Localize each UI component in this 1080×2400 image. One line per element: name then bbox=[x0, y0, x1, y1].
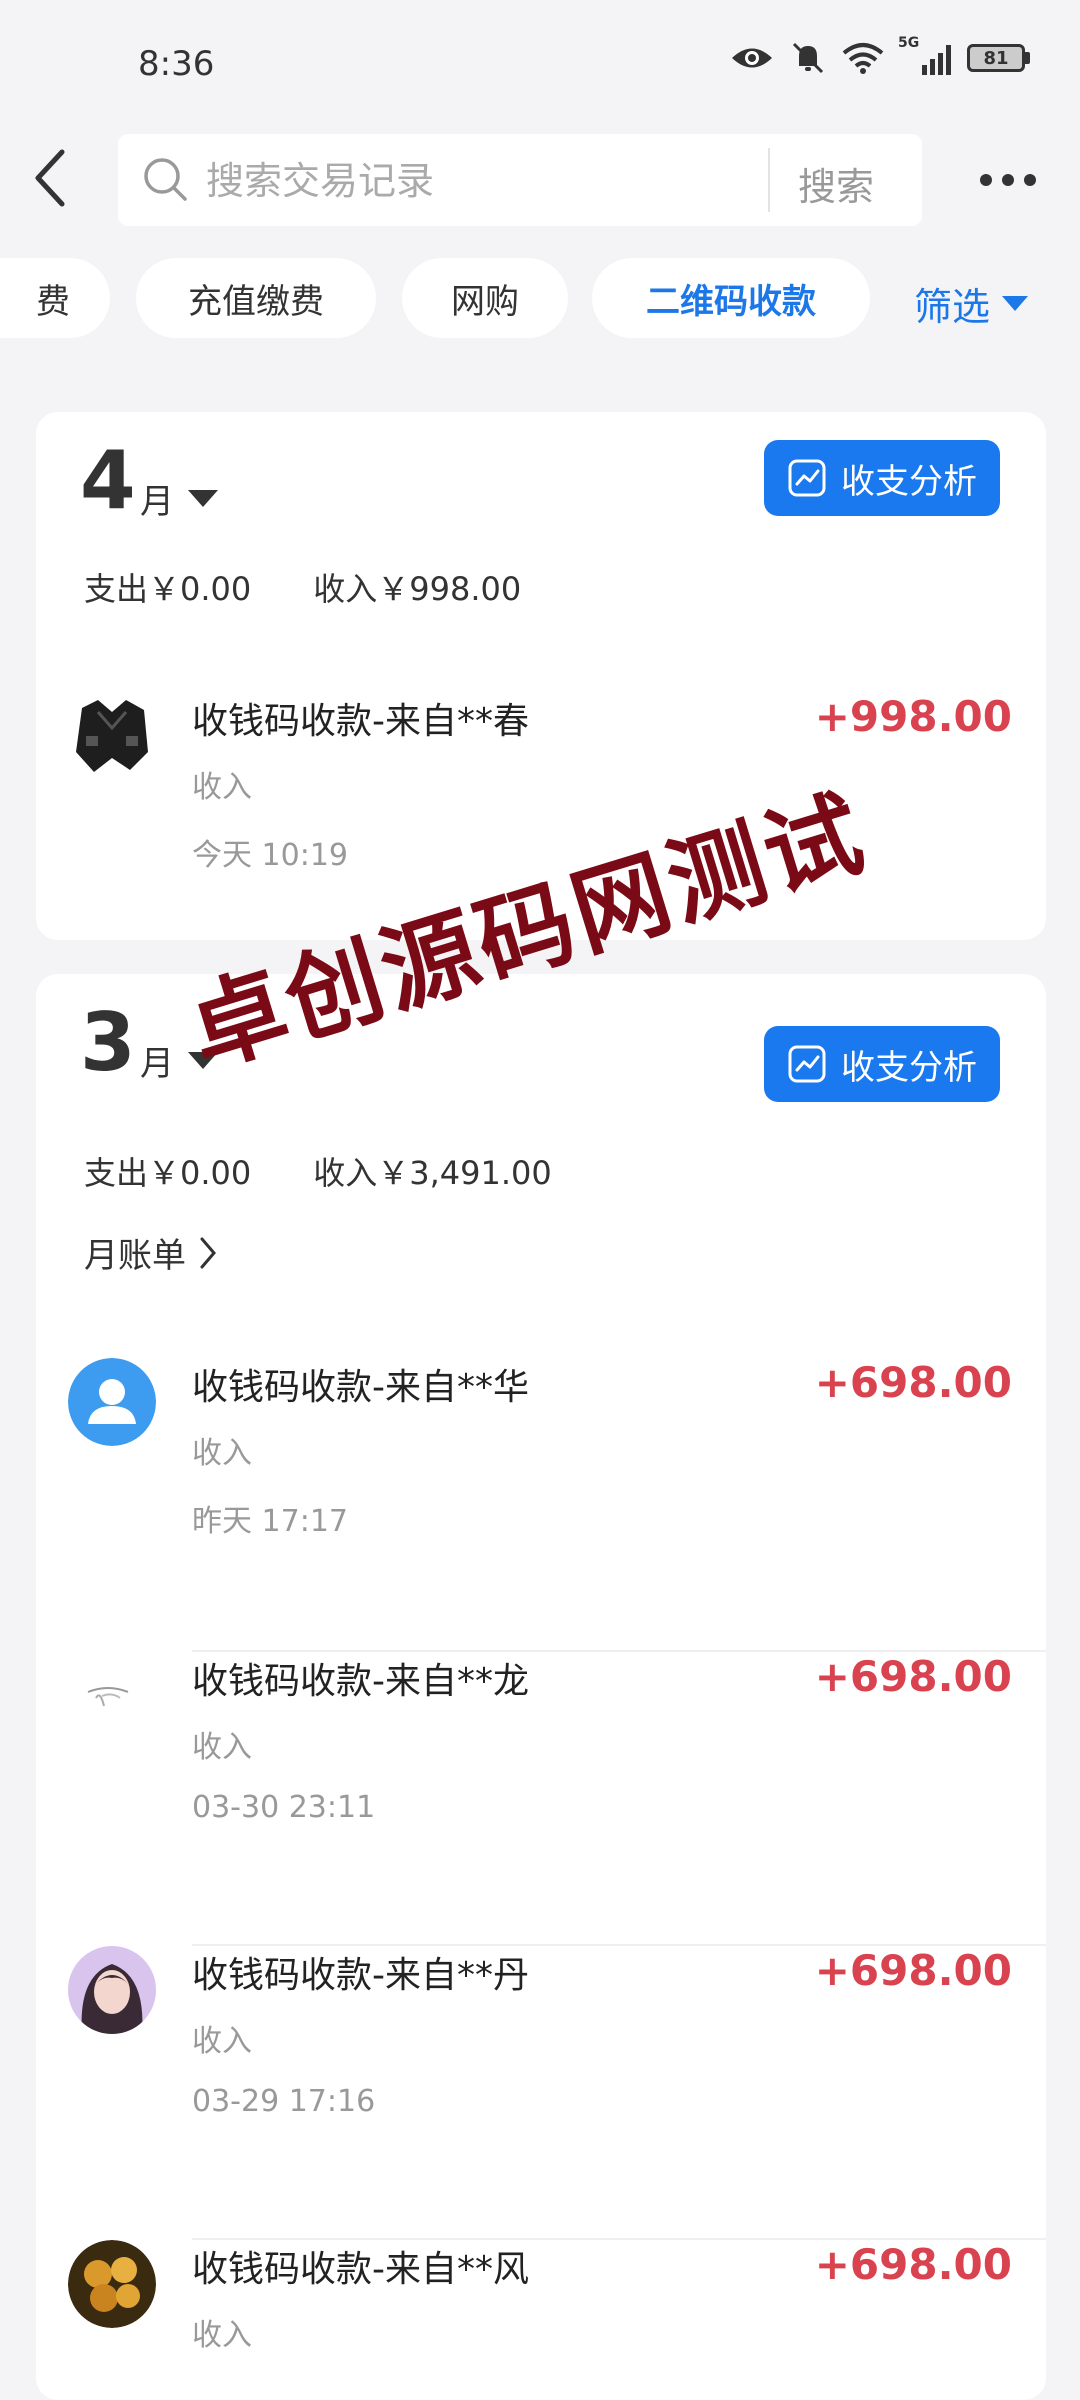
filter-button[interactable]: 筛选 bbox=[914, 276, 1029, 331]
analysis-label: 收支分析 bbox=[841, 1047, 977, 1088]
transaction-title: 收钱码收款-来自**华 bbox=[192, 1367, 529, 1408]
transaction-type: 收入 bbox=[192, 2318, 252, 2353]
avatar bbox=[68, 1358, 156, 1446]
dot-icon bbox=[1024, 174, 1036, 186]
month-unit: 月 bbox=[140, 1044, 174, 1084]
status-icons: 5G 81 bbox=[730, 35, 1030, 76]
network-type: 5G bbox=[898, 35, 920, 51]
analysis-button[interactable]: 收支分析 bbox=[764, 440, 1000, 516]
dot-icon bbox=[1002, 174, 1014, 186]
more-options-button[interactable] bbox=[980, 162, 1044, 198]
income-total: 收入￥998.00 bbox=[313, 570, 522, 608]
transaction-type: 收入 bbox=[192, 1436, 252, 1471]
transaction-type: 收入 bbox=[192, 2024, 252, 2059]
search-divider bbox=[768, 148, 770, 212]
transaction-row[interactable]: 收钱码收款-来自**华 收入 昨天 17:17 +698.00 bbox=[36, 1358, 1046, 1652]
filter-chips: 费 充值缴费 网购 二维码收款 筛选 bbox=[0, 258, 1080, 340]
month-number: 4 bbox=[80, 434, 136, 527]
bill-label: 月账单 bbox=[84, 1236, 186, 1276]
battery-level: 81 bbox=[967, 44, 1025, 72]
mute-bell-icon bbox=[792, 42, 824, 74]
transaction-amount: +698.00 bbox=[814, 2240, 1012, 2289]
month-dropdown-icon[interactable] bbox=[188, 490, 218, 507]
transaction-type: 收入 bbox=[192, 770, 252, 805]
chip-label: 充值缴费 bbox=[188, 281, 324, 322]
month-summary: 支出￥0.00 收入￥3,491.00 bbox=[84, 1148, 552, 1194]
wifi-icon bbox=[842, 43, 884, 74]
month-card-march: 3 月 收支分析 支出￥0.00 收入￥3,491.00 月账单 收钱码收款-来… bbox=[36, 974, 1046, 2400]
search-input[interactable] bbox=[204, 154, 858, 208]
month-unit: 月 bbox=[140, 482, 174, 522]
expense-total: 支出￥0.00 bbox=[84, 1154, 252, 1192]
transaction-title: 收钱码收款-来自**春 bbox=[192, 701, 529, 742]
transaction-row[interactable]: 收钱码收款-来自**龙 收入 03-30 23:11 +698.00 bbox=[36, 1652, 1046, 1946]
chip-shopping[interactable]: 网购 bbox=[402, 258, 568, 338]
transaction-amount: +698.00 bbox=[814, 1652, 1012, 1701]
transaction-time: 昨天 17:17 bbox=[192, 1504, 348, 1539]
transaction-time: 03-29 17:16 bbox=[192, 2084, 376, 2119]
chip-label: 二维码收款 bbox=[646, 281, 816, 322]
trend-chart-icon bbox=[788, 1045, 826, 1083]
chevron-left-icon bbox=[35, 149, 65, 207]
transaction-row[interactable]: 收钱码收款-来自**风 收入 +698.00 bbox=[36, 2240, 1046, 2400]
caret-down-icon bbox=[1002, 296, 1029, 311]
back-button[interactable] bbox=[30, 148, 90, 212]
chevron-right-icon bbox=[200, 1237, 216, 1268]
transaction-time: 03-30 23:11 bbox=[192, 1790, 376, 1825]
expense-total: 支出￥0.00 bbox=[84, 570, 252, 608]
monthly-bill-link[interactable]: 月账单 bbox=[84, 1228, 218, 1277]
top-bar: 搜索 bbox=[0, 132, 1080, 228]
transaction-title: 收钱码收款-来自**龙 bbox=[192, 1661, 529, 1702]
filter-label: 筛选 bbox=[914, 285, 991, 329]
transaction-row[interactable]: 收钱码收款-来自**丹 收入 03-29 17:16 +698.00 bbox=[36, 1946, 1046, 2240]
avatar bbox=[68, 692, 156, 780]
transaction-title: 收钱码收款-来自**风 bbox=[192, 2249, 529, 2290]
transaction-amount: +698.00 bbox=[814, 1358, 1012, 1407]
transaction-amount: +698.00 bbox=[814, 1946, 1012, 1995]
avatar bbox=[68, 1652, 156, 1740]
chip-label: 网购 bbox=[451, 281, 519, 322]
search-icon bbox=[144, 158, 187, 201]
status-time: 8:36 bbox=[138, 44, 215, 84]
chip-qr-income[interactable]: 二维码收款 bbox=[592, 258, 870, 338]
dot-icon bbox=[980, 174, 992, 186]
chip-recharge[interactable]: 充值缴费 bbox=[136, 258, 376, 338]
avatar bbox=[68, 2240, 156, 2328]
eye-icon bbox=[732, 48, 772, 68]
chip-fees[interactable]: 费 bbox=[0, 258, 110, 338]
month-summary: 支出￥0.00 收入￥998.00 bbox=[84, 564, 521, 610]
battery-icon: 81 bbox=[967, 44, 1030, 72]
search-box[interactable]: 搜索 bbox=[118, 134, 922, 226]
transaction-title: 收钱码收款-来自**丹 bbox=[192, 1955, 529, 1996]
analysis-button[interactable]: 收支分析 bbox=[764, 1026, 1000, 1102]
status-bar: 8:36 5G 81 bbox=[0, 0, 1080, 120]
transaction-amount: +998.00 bbox=[814, 692, 1012, 741]
search-button[interactable]: 搜索 bbox=[798, 156, 874, 211]
avatar bbox=[68, 1946, 156, 2034]
signal-icon: 5G bbox=[898, 35, 951, 75]
chip-label: 费 bbox=[36, 281, 70, 322]
analysis-label: 收支分析 bbox=[841, 461, 977, 502]
income-total: 收入￥3,491.00 bbox=[313, 1154, 552, 1192]
month-number: 3 bbox=[80, 996, 136, 1089]
trend-chart-icon bbox=[788, 459, 826, 497]
transaction-time: 今天 10:19 bbox=[192, 838, 348, 873]
transaction-type: 收入 bbox=[192, 1730, 252, 1765]
